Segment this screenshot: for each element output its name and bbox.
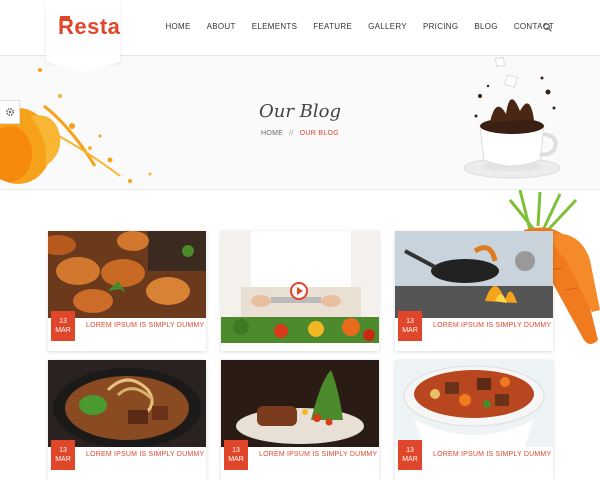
blog-card[interactable]: 13 MAR LOREM IPSUM IS SIMPLY DUMMY (48, 360, 206, 480)
post-image[interactable] (395, 231, 553, 318)
date-badge: 13 MAR (398, 440, 422, 470)
site-header: Resta HOME ABOUT ELEMENTS FEATURE GALLER… (0, 0, 600, 72)
search-icon[interactable] (543, 23, 552, 32)
post-image[interactable] (48, 360, 206, 447)
blog-card[interactable] (221, 231, 379, 351)
post-title[interactable]: LOREM IPSUM IS SIMPLY DUMMY (259, 451, 377, 458)
date-month: MAR (55, 456, 71, 463)
blog-card[interactable]: 13 MAR LOREM IPSUM IS SIMPLY DUMMY (395, 231, 553, 351)
stew-bowl-image (395, 360, 553, 447)
orange-juice-splash-image (0, 68, 152, 184)
coffee-cup-image (463, 56, 561, 179)
date-day: 13 (59, 447, 67, 454)
main-nav: HOME ABOUT ELEMENTS FEATURE GALLERY PRIC… (149, 22, 554, 31)
post-image[interactable] (221, 360, 379, 447)
noodle-bowl-image (48, 360, 206, 447)
date-month: MAR (228, 456, 244, 463)
steak-plate-image (221, 360, 379, 447)
date-month: MAR (402, 327, 418, 334)
nav-pricing[interactable]: PRICING (423, 22, 458, 31)
play-video-button[interactable] (290, 282, 308, 300)
nav-gallery[interactable]: GALLERY (368, 22, 407, 31)
post-title[interactable]: LOREM IPSUM IS SIMPLY DUMMY (433, 451, 551, 458)
post-title[interactable]: LOREM IPSUM IS SIMPLY DUMMY (86, 451, 204, 458)
post-image[interactable] (48, 231, 206, 318)
date-day: 13 (232, 447, 240, 454)
date-day: 13 (406, 318, 414, 325)
blog-card[interactable]: 13 MAR LOREM IPSUM IS SIMPLY DUMMY (221, 360, 379, 480)
wok-flame-image (395, 231, 553, 318)
breadcrumb-separator: // (289, 130, 294, 137)
site-logo[interactable]: Resta (58, 14, 120, 40)
breadcrumb-home[interactable]: HOME (261, 130, 283, 137)
gear-icon (5, 107, 14, 117)
settings-tab[interactable] (0, 100, 20, 124)
date-month: MAR (55, 327, 71, 334)
date-day: 13 (406, 447, 414, 454)
nav-feature[interactable]: FEATURE (313, 22, 352, 31)
breadcrumb-current: OUR BLOG (299, 130, 340, 137)
date-badge: 13 MAR (398, 311, 422, 341)
blog-card[interactable]: 13 MAR LOREM IPSUM IS SIMPLY DUMMY (48, 231, 206, 351)
post-image[interactable] (395, 360, 553, 447)
date-badge: 13 MAR (224, 440, 248, 470)
nav-elements[interactable]: ELEMENTS (252, 22, 298, 31)
date-badge: 13 MAR (51, 440, 75, 470)
blog-card[interactable]: 13 MAR LOREM IPSUM IS SIMPLY DUMMY (395, 360, 553, 480)
shrimp-dish-image (48, 231, 206, 318)
post-title[interactable]: LOREM IPSUM IS SIMPLY DUMMY (433, 322, 551, 329)
date-day: 13 (59, 318, 67, 325)
nav-blog[interactable]: BLOG (474, 22, 497, 31)
post-title[interactable]: LOREM IPSUM IS SIMPLY DUMMY (86, 322, 204, 329)
nav-about[interactable]: ABOUT (207, 22, 236, 31)
page-hero: Our Blog HOME//OUR BLOG (0, 56, 600, 190)
date-month: MAR (402, 456, 418, 463)
nav-home[interactable]: HOME (165, 22, 190, 31)
date-badge: 13 MAR (51, 311, 75, 341)
